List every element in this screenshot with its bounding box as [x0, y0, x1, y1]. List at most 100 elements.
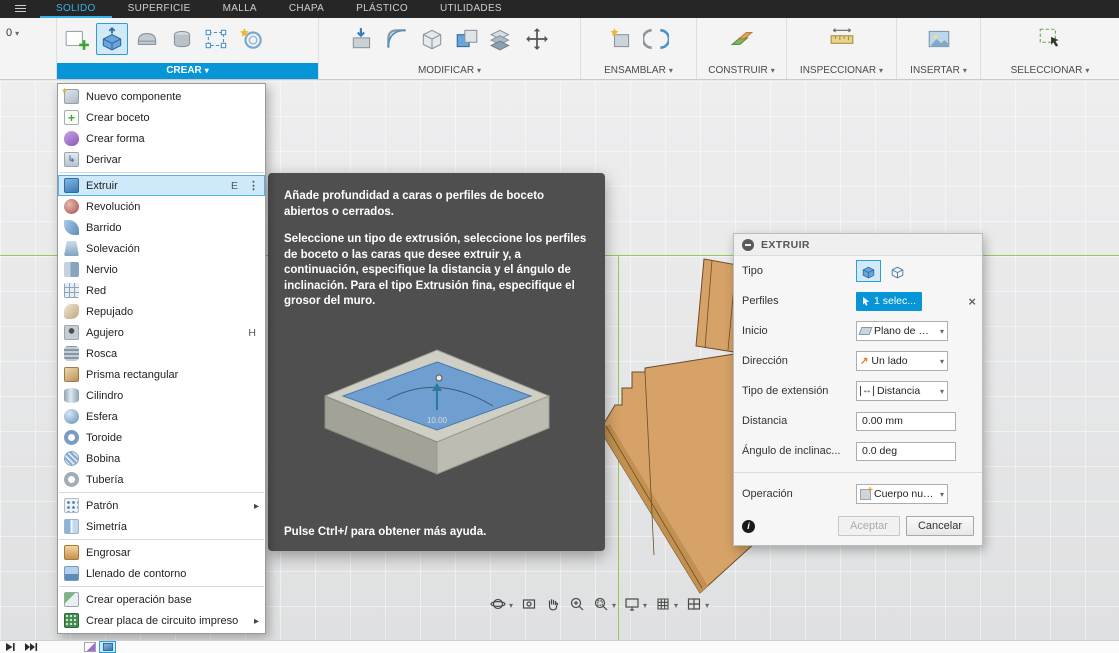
- fillet-button[interactable]: [381, 23, 413, 55]
- operation-select[interactable]: Cuerpo nue...: [856, 484, 948, 504]
- menu-item-simetria[interactable]: Simetría: [58, 516, 265, 537]
- menu-item-nuevo-componente[interactable]: Nuevo componente: [58, 86, 265, 107]
- rib-icon: [64, 262, 79, 277]
- distance-input[interactable]: 0.00 mm: [856, 411, 956, 431]
- grid-snap-button[interactable]: [652, 593, 681, 615]
- press-pull-button[interactable]: [346, 23, 378, 55]
- dialog-title: EXTRUIR: [761, 238, 810, 251]
- menu-item-rosca[interactable]: Rosca: [58, 343, 265, 364]
- combine-button[interactable]: [451, 23, 483, 55]
- move-button[interactable]: [521, 23, 553, 55]
- menu-item-extruir[interactable]: Extruir E: [58, 175, 265, 196]
- tab-chapa[interactable]: CHAPA: [273, 0, 340, 18]
- menu-item-prisma-rectangular[interactable]: Prisma rectangular: [58, 364, 265, 385]
- menu-item-red[interactable]: Red: [58, 280, 265, 301]
- tab-utilidades[interactable]: UTILIDADES: [424, 0, 518, 18]
- create-sketch-icon: [65, 30, 89, 50]
- ribbon-label-construir[interactable]: CONSTRUIR: [697, 63, 786, 79]
- new-body-icon: [860, 485, 873, 500]
- clear-selection-icon[interactable]: [968, 295, 976, 308]
- menu-item-esfera[interactable]: Esfera: [58, 406, 265, 427]
- left-dropdown[interactable]: 0: [6, 27, 19, 39]
- new-component-button[interactable]: [605, 23, 637, 55]
- menu-item-solevacion[interactable]: Solevación: [58, 238, 265, 259]
- ribbon-label-inspeccionar[interactable]: INSPECCIONAR: [787, 63, 896, 79]
- offset-face-button[interactable]: [486, 23, 518, 55]
- insert-image-button[interactable]: [923, 23, 955, 55]
- menu-item-crear-forma[interactable]: Crear forma: [58, 128, 265, 149]
- chevron-down-icon: [937, 325, 944, 337]
- menu-item-llenado-de-contorno[interactable]: Llenado de contorno: [58, 563, 265, 584]
- revolve-button[interactable]: [166, 23, 198, 55]
- menu-item-bobina[interactable]: Bobina: [58, 448, 265, 469]
- menu-item-crear-placa-circuito[interactable]: Crear placa de circuito impreso: [58, 610, 265, 631]
- collapse-icon[interactable]: [742, 238, 754, 251]
- file-menu-icon[interactable]: [0, 0, 40, 18]
- extent-type-select[interactable]: Distancia: [856, 381, 948, 401]
- dialog-header[interactable]: EXTRUIR: [734, 234, 982, 256]
- accept-button[interactable]: Aceptar: [838, 516, 900, 536]
- tab-plastico[interactable]: PLÁSTICO: [340, 0, 424, 18]
- menu-item-toroide[interactable]: Toroide: [58, 427, 265, 448]
- ribbon-label-crear[interactable]: CREAR: [57, 63, 318, 79]
- menu-separator: [59, 539, 264, 540]
- primitive-box-button[interactable]: [201, 23, 233, 55]
- tab-solido[interactable]: SOLIDO: [40, 0, 112, 18]
- extrude-illustration-image: 10.00: [323, 349, 550, 475]
- menu-item-patron[interactable]: Patrón: [58, 495, 265, 516]
- menu-item-tuberia[interactable]: Tubería: [58, 469, 265, 490]
- timeline-sketch-feature[interactable]: [84, 642, 96, 652]
- chevron-down-icon: [768, 65, 775, 76]
- more-options-icon[interactable]: [248, 179, 259, 192]
- look-at-button[interactable]: [518, 593, 540, 615]
- menu-item-crear-operacion-base[interactable]: Crear operación base: [58, 589, 265, 610]
- construction-plane-button[interactable]: [726, 23, 758, 55]
- pattern-icon: [64, 498, 79, 513]
- taper-angle-input[interactable]: 0.0 deg: [856, 441, 956, 461]
- ribbon-label-modificar[interactable]: MODIFICAR: [319, 63, 580, 79]
- tab-superficie[interactable]: SUPERFICIE: [112, 0, 207, 18]
- viewports-button[interactable]: [683, 593, 712, 615]
- chevron-down-icon: [474, 65, 481, 76]
- ribbon-label-seleccionar[interactable]: SELECCIONAR: [981, 63, 1119, 79]
- display-settings-button[interactable]: [621, 593, 650, 615]
- fit-button[interactable]: [590, 593, 619, 615]
- menu-item-repujado[interactable]: Repujado: [58, 301, 265, 322]
- timeline-extrude-feature[interactable]: [99, 641, 116, 653]
- tab-malla[interactable]: MALLA: [207, 0, 273, 18]
- select-button[interactable]: [1034, 23, 1066, 55]
- menu-item-revolucion[interactable]: Revolución: [58, 196, 265, 217]
- timeline-play-button[interactable]: [0, 641, 20, 653]
- measure-button[interactable]: [826, 23, 858, 55]
- pan-button[interactable]: [542, 593, 564, 615]
- joint-button[interactable]: [640, 23, 672, 55]
- menu-item-nervio[interactable]: Nervio: [58, 259, 265, 280]
- menu-item-crear-boceto[interactable]: Crear boceto: [58, 107, 265, 128]
- menu-item-engrosar[interactable]: Engrosar: [58, 542, 265, 563]
- display-settings-icon: [625, 598, 639, 611]
- menu-item-agujero[interactable]: Agujero H: [58, 322, 265, 343]
- ribbon-label-insertar[interactable]: INSERTAR: [897, 63, 980, 79]
- cursor-icon: [863, 297, 869, 306]
- menu-item-barrido[interactable]: Barrido: [58, 217, 265, 238]
- extrude-solid-toggle[interactable]: [856, 260, 881, 282]
- web-icon: [64, 283, 79, 298]
- shell-button[interactable]: [416, 23, 448, 55]
- chevron-down-icon: [702, 595, 709, 613]
- direction-select[interactable]: Un lado: [856, 351, 948, 371]
- info-icon[interactable]: [742, 519, 755, 533]
- coil-pattern-button[interactable]: [236, 23, 268, 55]
- create-form-button[interactable]: [131, 23, 163, 55]
- menu-item-derivar[interactable]: Derivar: [58, 149, 265, 170]
- zoom-button[interactable]: [566, 593, 588, 615]
- start-select[interactable]: Plano de pe...: [856, 321, 948, 341]
- cancel-button[interactable]: Cancelar: [905, 516, 974, 536]
- extrude-button[interactable]: [96, 23, 128, 55]
- timeline-skip-end-button[interactable]: [20, 641, 42, 653]
- extrude-thin-toggle[interactable]: [885, 260, 910, 282]
- create-sketch-button[interactable]: [61, 23, 93, 55]
- ribbon-label-ensamblar[interactable]: ENSAMBLAR: [581, 63, 696, 79]
- profiles-selected-chip[interactable]: 1 selec...: [856, 291, 923, 311]
- orbit-button[interactable]: [487, 593, 516, 615]
- menu-item-cilindro[interactable]: Cilindro: [58, 385, 265, 406]
